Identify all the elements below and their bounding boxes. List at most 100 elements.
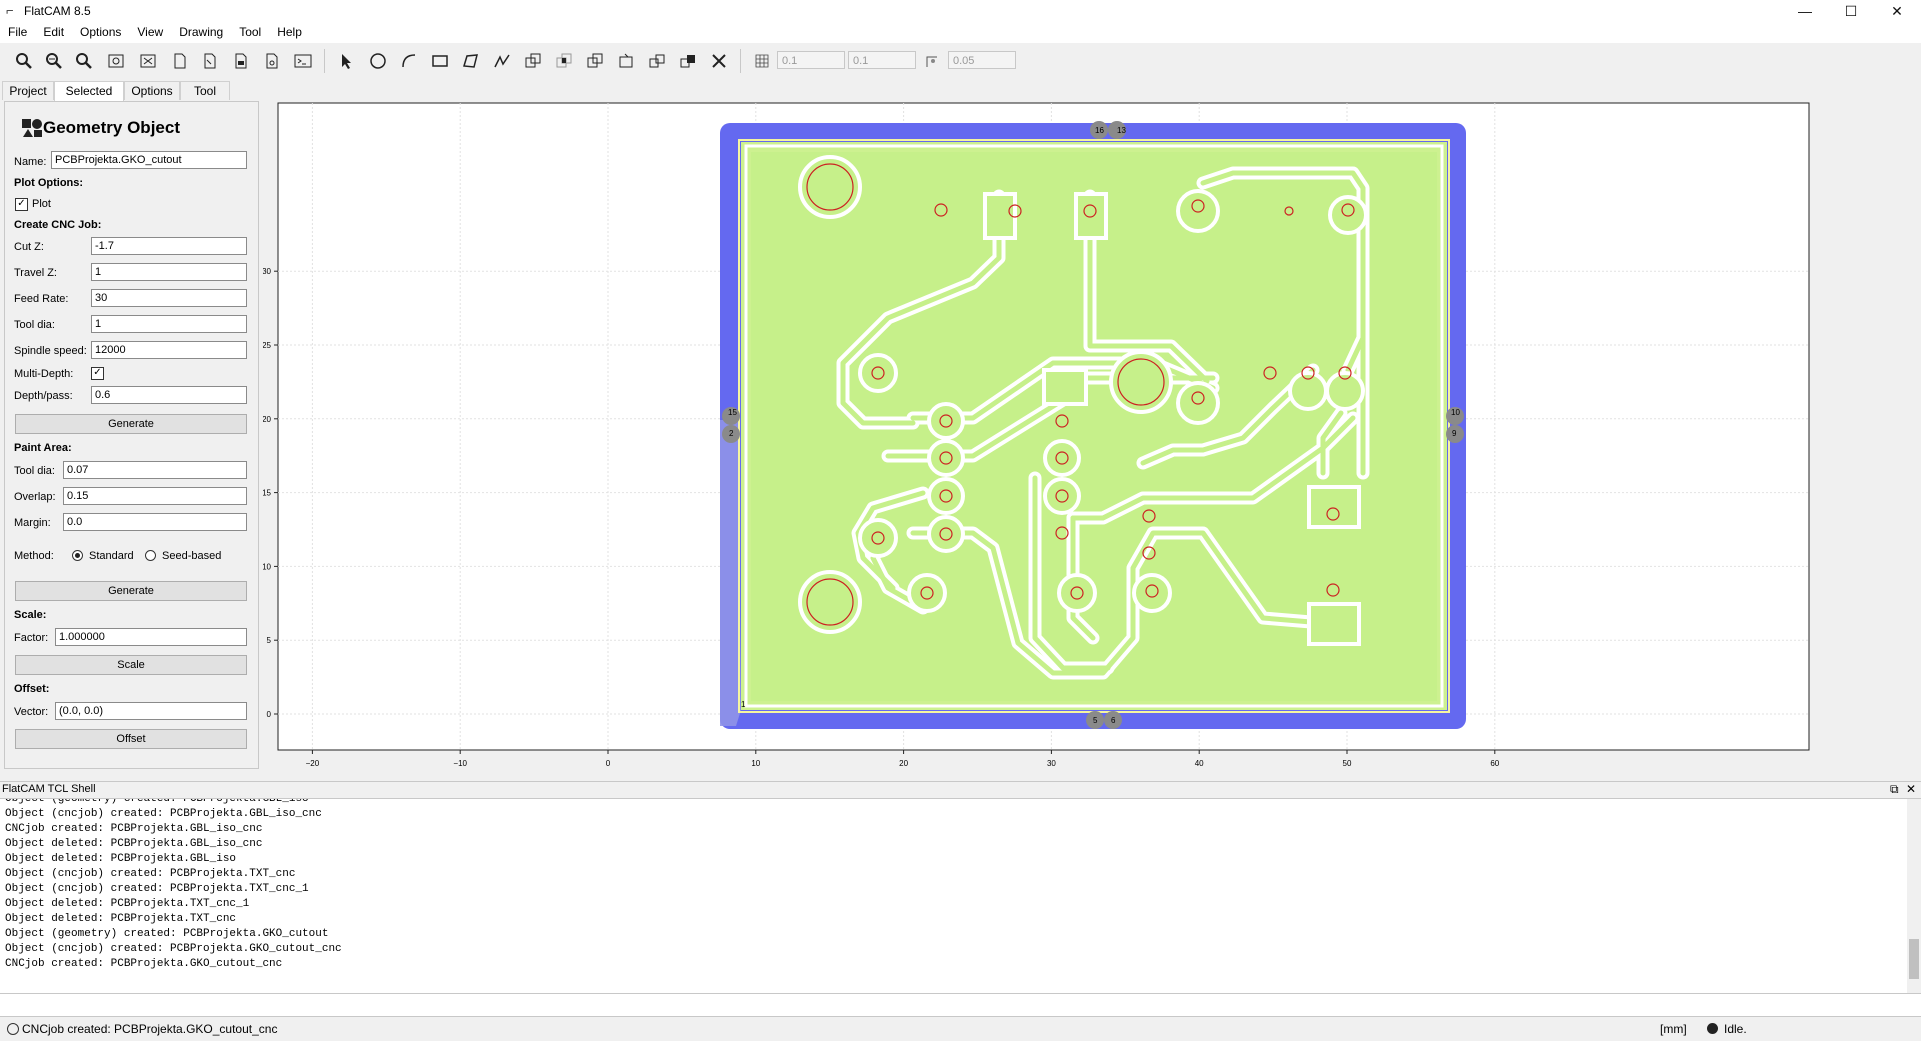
- method-seed-label: Seed-based: [162, 550, 222, 562]
- cut-path-icon[interactable]: [615, 51, 637, 71]
- tab-options[interactable]: Options: [124, 81, 180, 100]
- shell-scroll-thumb[interactable]: [1909, 939, 1919, 979]
- multi-depth-label: Multi-Depth:: [14, 368, 74, 380]
- tab-project[interactable]: Project: [2, 81, 54, 100]
- menu-view[interactable]: View: [129, 22, 171, 39]
- x-tick-label: 40: [1195, 759, 1204, 768]
- panel-title: Geometry Object: [43, 118, 180, 137]
- square-pad: [1042, 368, 1088, 406]
- shell-scrollbar[interactable]: [1907, 799, 1921, 993]
- name-label: Name:: [14, 156, 47, 168]
- geometry-object-icon: [22, 119, 42, 137]
- close-button[interactable]: ✕: [1874, 0, 1920, 22]
- new-project-icon[interactable]: [169, 51, 191, 71]
- move-shape-icon[interactable]: [677, 51, 699, 71]
- menu-edit[interactable]: Edit: [35, 22, 72, 39]
- depth-pass-field[interactable]: 0.6: [91, 386, 247, 404]
- plot-checkbox[interactable]: ✓: [15, 198, 28, 211]
- union-icon[interactable]: [522, 51, 544, 71]
- x-tick-label: 10: [751, 759, 760, 768]
- delete-shape-icon[interactable]: [708, 51, 730, 71]
- multi-depth-checkbox[interactable]: ✓: [91, 367, 104, 380]
- generate-cnc-button[interactable]: Generate: [15, 414, 247, 434]
- tool-dia-label: Tool dia:: [14, 319, 55, 331]
- menu-tool[interactable]: Tool: [231, 22, 269, 39]
- menu-options[interactable]: Options: [72, 22, 129, 39]
- shell-float-icon[interactable]: ⧉: [1890, 782, 1899, 797]
- cut-z-field[interactable]: -1.7: [91, 237, 247, 255]
- app-icon: ⌐: [6, 3, 14, 18]
- scale-button[interactable]: Scale: [15, 655, 247, 675]
- open-gerber-icon[interactable]: [230, 51, 252, 71]
- menu-bar: File Edit Options View Drawing Tool Help: [0, 22, 1921, 43]
- shell-icon[interactable]: [292, 51, 314, 71]
- zoom-in-icon[interactable]: [43, 51, 65, 71]
- vector-field[interactable]: (0.0, 0.0): [55, 702, 247, 720]
- offset-button[interactable]: Offset: [15, 729, 247, 749]
- tab-selected[interactable]: Selected: [54, 81, 124, 101]
- name-field[interactable]: PCBProjekta.GKO_cutout: [51, 151, 247, 169]
- grid-snap-icon[interactable]: [751, 51, 773, 71]
- grid-x-input[interactable]: 0.1: [777, 51, 845, 69]
- subtract-icon[interactable]: [584, 51, 606, 71]
- shell-lines: Object (geometry) created: PCBProjekta.G…: [5, 799, 342, 972]
- menu-file[interactable]: File: [0, 22, 35, 39]
- activity-icon: [1707, 1023, 1718, 1034]
- shell-line: Object deleted: PCBProjekta.TXT_cnc: [5, 913, 237, 925]
- overlap-field[interactable]: 0.15: [63, 487, 247, 505]
- cnc-job-heading: Create CNC Job:: [14, 219, 102, 231]
- title-bar: ⌐ FlatCAM 8.5 — ☐ ✕: [0, 0, 1921, 22]
- square-pad: [1074, 192, 1108, 240]
- arc-tool-icon[interactable]: [398, 51, 420, 71]
- minimize-button[interactable]: —: [1782, 0, 1828, 22]
- status-state: Idle.: [1724, 1022, 1747, 1036]
- shell-line: Object (cncjob) created: PCBProjekta.GBL…: [5, 808, 322, 820]
- bridge-label: 9: [1452, 429, 1457, 438]
- replot-icon[interactable]: [105, 51, 127, 71]
- circle-tool-icon[interactable]: [367, 51, 389, 71]
- method-standard-radio[interactable]: [72, 550, 83, 561]
- plot-canvas[interactable]: −20 −10 0 10 20 30 40 50 60 051015202530 16 13 1…: [263, 78, 1921, 780]
- margin-field[interactable]: 0.0: [63, 513, 247, 531]
- zoom-out-icon[interactable]: [73, 51, 95, 71]
- shell-command-input[interactable]: [0, 993, 1921, 1017]
- shell-line: Object (geometry) created: PCBProjekta.G…: [5, 928, 329, 940]
- shell-close-icon[interactable]: ✕: [1906, 782, 1916, 796]
- bridge-label: 5: [1093, 716, 1098, 725]
- paint-tool-dia-field[interactable]: 0.07: [63, 461, 247, 479]
- menu-drawing[interactable]: Drawing: [171, 22, 231, 39]
- new-geometry-icon[interactable]: [199, 51, 221, 71]
- square-pad: [1307, 485, 1361, 529]
- shell-title: FlatCAM TCL Shell: [2, 783, 96, 795]
- generate-paint-button[interactable]: Generate: [15, 581, 247, 601]
- method-seed-radio[interactable]: [145, 550, 156, 561]
- tool-dia-field[interactable]: 1: [91, 315, 247, 333]
- rectangle-tool-icon[interactable]: [429, 51, 451, 71]
- zoom-fit-icon[interactable]: [13, 51, 35, 71]
- travel-z-field[interactable]: 1: [91, 263, 247, 281]
- intersection-icon[interactable]: [553, 51, 575, 71]
- shell-output[interactable]: Object (geometry) created: PCBProjekta.G…: [0, 798, 1921, 993]
- select-icon[interactable]: [336, 51, 358, 71]
- plot-area[interactable]: −20 −10 0 10 20 30 40 50 60 0 5 10 15 20 25 30 16 13 1…: [263, 78, 1921, 780]
- paint-area-heading: Paint Area:: [14, 442, 72, 454]
- shell-line: CNCjob created: PCBProjekta.GKO_cutout_c…: [5, 958, 283, 970]
- maximize-button[interactable]: ☐: [1828, 0, 1874, 22]
- spindle-speed-field[interactable]: 12000: [91, 341, 247, 359]
- copy-shape-icon[interactable]: [646, 51, 668, 71]
- grid-y-input[interactable]: 0.1: [848, 51, 916, 69]
- tab-tool[interactable]: Tool: [180, 81, 230, 100]
- snap-max-input[interactable]: 0.05: [948, 51, 1016, 69]
- path-tool-icon[interactable]: [491, 51, 513, 71]
- polygon-tool-icon[interactable]: [460, 51, 482, 71]
- factor-field[interactable]: 1.000000: [55, 628, 247, 646]
- shell-line: CNCjob created: PCBProjekta.GBL_iso_cnc: [5, 823, 263, 835]
- snap-corner-icon[interactable]: [922, 51, 944, 71]
- feed-rate-field[interactable]: 30: [91, 289, 247, 307]
- clear-plot-icon[interactable]: [137, 51, 159, 71]
- spindle-speed-label: Spindle speed:: [14, 345, 87, 357]
- open-excellon-icon[interactable]: [261, 51, 283, 71]
- menu-help[interactable]: Help: [269, 22, 310, 39]
- units-indicator: [mm]: [1660, 1022, 1687, 1036]
- bridge-label: 13: [1117, 126, 1126, 135]
